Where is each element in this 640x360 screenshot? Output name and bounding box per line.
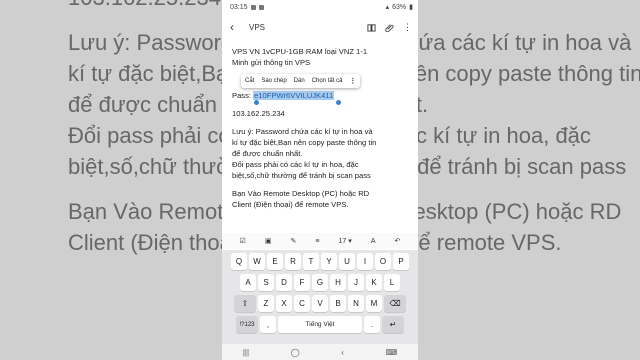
shift-key-icon[interactable]: ⇧ bbox=[234, 295, 256, 312]
keyboard-row: A S D F G H J K L bbox=[224, 274, 416, 291]
back-icon[interactable]: ‹ bbox=[230, 20, 244, 34]
keyboard: Q W E R T Y U I O P A S D F G H J K L ⇧ … bbox=[222, 250, 418, 344]
note-title: VPS bbox=[249, 22, 266, 32]
password-label: Pass: bbox=[232, 91, 254, 100]
note-line: VPS VN 1vCPU-1GB RAM loại VNZ 1-1 bbox=[232, 47, 368, 56]
keyboard-row: Q W E R T Y U I O P bbox=[224, 253, 416, 270]
key[interactable]: B bbox=[330, 295, 346, 312]
selection-handle-start[interactable] bbox=[254, 100, 259, 105]
background-blur-right: 103.162.25.234 Lưu ý: Password chứa các … bbox=[418, 0, 640, 360]
undo-icon[interactable]: ↶ bbox=[395, 237, 401, 245]
key[interactable]: C bbox=[294, 295, 310, 312]
font-size-selector[interactable]: 17 ▾ bbox=[339, 237, 352, 245]
key[interactable]: H bbox=[330, 274, 346, 291]
battery-icon: ▮ bbox=[409, 4, 413, 11]
note-line: Lưu ý: Password chứa các kí tự in hoa và bbox=[232, 127, 373, 136]
key[interactable]: R bbox=[285, 253, 301, 270]
key[interactable]: S bbox=[258, 274, 274, 291]
notification-icon bbox=[258, 4, 264, 10]
enter-key-icon[interactable]: ↵ bbox=[382, 316, 404, 333]
key[interactable]: I bbox=[357, 253, 373, 270]
key[interactable]: W bbox=[249, 253, 265, 270]
key[interactable]: D bbox=[276, 274, 292, 291]
note-line: kí tự đặc biệt,Bạn nên copy paste thông … bbox=[232, 138, 377, 147]
format-toolbar: ☑ ▣ ✎ ≡ 17 ▾ A ↶ bbox=[222, 233, 418, 249]
key[interactable]: E bbox=[267, 253, 283, 270]
key[interactable]: K bbox=[366, 274, 382, 291]
font-color-icon[interactable]: A bbox=[371, 238, 376, 245]
key[interactable]: X bbox=[276, 295, 292, 312]
checklist-icon[interactable]: ☑ bbox=[240, 237, 246, 245]
comma-key[interactable]: , bbox=[260, 316, 276, 333]
note-body[interactable]: VPS VN 1vCPU-1GB RAM loại VNZ 1-1 Minh g… bbox=[222, 46, 418, 210]
symbols-key[interactable]: !?123 bbox=[236, 316, 258, 333]
key[interactable]: P bbox=[393, 253, 409, 270]
app-bar: ‹ VPS ⋮ bbox=[222, 16, 418, 38]
key[interactable]: L bbox=[384, 274, 400, 291]
key[interactable]: G bbox=[312, 274, 328, 291]
font-size-value: 17 bbox=[338, 238, 347, 245]
text-selection-menu: Cắt Sao chép Dán Chọn tất cả ⋮ bbox=[241, 74, 361, 88]
status-time: 03:15 bbox=[230, 3, 248, 11]
back-nav-icon[interactable]: ‹ bbox=[341, 348, 344, 357]
note-line: để được chuẩn nhất. bbox=[232, 149, 303, 158]
background-blur-left: 103.162.25.234 Lưu ý: Password chứa các … bbox=[0, 0, 222, 360]
key[interactable]: V bbox=[312, 295, 328, 312]
book-icon[interactable] bbox=[367, 23, 376, 32]
keyboard-row: !?123 , Tiếng Việt . ↵ bbox=[224, 316, 416, 333]
more-options-icon[interactable]: ⋮ bbox=[349, 77, 356, 85]
note-line: Client (Điện thoại) để remote VPS. bbox=[232, 200, 349, 209]
voice-icon[interactable]: ✎ bbox=[290, 237, 296, 245]
note-line: Bạn Vào Remote Desktop (PC) hoặc RD bbox=[232, 189, 370, 198]
copy-button[interactable]: Sao chép bbox=[261, 78, 286, 84]
more-vert-icon[interactable]: ⋮ bbox=[403, 22, 412, 32]
key[interactable]: Z bbox=[258, 295, 274, 312]
status-bar: 03:15 ▴ 63% ▮ bbox=[222, 2, 418, 12]
note-line: Minh gửi thông tin VPS bbox=[232, 58, 311, 67]
recent-apps-icon[interactable]: ||| bbox=[243, 348, 249, 357]
keyboard-row: ⇧ Z X C V B N M ⌫ bbox=[224, 295, 416, 312]
key[interactable]: O bbox=[375, 253, 391, 270]
key[interactable]: N bbox=[348, 295, 364, 312]
system-nav-bar: ||| ◯ ‹ ⌨ bbox=[222, 344, 418, 360]
screen: 103.162.25.234 Lưu ý: Password chứa các … bbox=[0, 0, 640, 360]
select-all-button[interactable]: Chọn tất cả bbox=[312, 78, 343, 84]
text-format-icon[interactable]: ≡ bbox=[315, 238, 319, 245]
period-key[interactable]: . bbox=[364, 316, 380, 333]
cut-button[interactable]: Cắt bbox=[245, 78, 254, 84]
selection-handle-end[interactable] bbox=[336, 100, 341, 105]
backspace-key-icon[interactable]: ⌫ bbox=[384, 295, 406, 312]
key[interactable]: J bbox=[348, 274, 364, 291]
battery-level: 63% bbox=[392, 3, 407, 11]
note-line: Đổi pass phải có các kí tự in hoa, đặc bbox=[232, 160, 359, 169]
attach-icon[interactable] bbox=[385, 23, 394, 32]
key[interactable]: U bbox=[339, 253, 355, 270]
ip-address: 103.162.25.234 bbox=[232, 109, 285, 118]
home-icon[interactable]: ◯ bbox=[291, 348, 300, 357]
password-line: Pass: e10FPWr6VVILUJK411 bbox=[232, 90, 408, 105]
key[interactable]: Q bbox=[231, 253, 247, 270]
key[interactable]: T bbox=[303, 253, 319, 270]
keyboard-hide-icon[interactable]: ⌨ bbox=[386, 348, 398, 357]
notification-icon bbox=[250, 4, 256, 10]
note-line: biệt,số,chữ thường để tránh bị scan pass bbox=[232, 171, 371, 180]
paste-button[interactable]: Dán bbox=[294, 78, 305, 84]
key[interactable]: Y bbox=[321, 253, 337, 270]
signal-icon: ▴ bbox=[385, 4, 390, 11]
space-key[interactable]: Tiếng Việt bbox=[278, 316, 362, 333]
selected-password[interactable]: e10FPWr6VVILUJK411 bbox=[253, 91, 335, 100]
key[interactable]: F bbox=[294, 274, 310, 291]
image-icon[interactable]: ▣ bbox=[265, 237, 272, 245]
key[interactable]: M bbox=[366, 295, 382, 312]
key[interactable]: A bbox=[240, 274, 256, 291]
